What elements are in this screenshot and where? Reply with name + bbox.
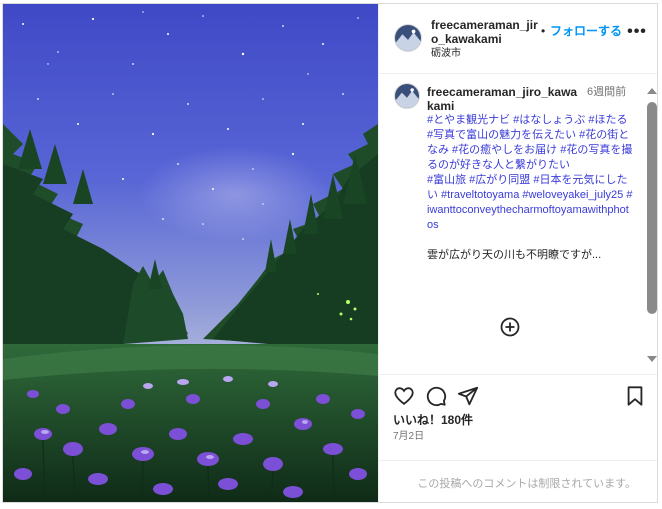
- comments-restricted-notice: この投稿へのコメントは制限されています。: [379, 460, 657, 502]
- caption-text: 雲が広がり天の川も不明瞭ですが...: [427, 249, 602, 261]
- likes-count[interactable]: いいね！180件: [393, 413, 473, 427]
- caption-avatar[interactable]: [394, 83, 420, 109]
- save-bookmark-icon[interactable]: [624, 385, 646, 407]
- post-location[interactable]: 砺波市: [431, 48, 461, 60]
- comments-restricted-text: この投稿へのコメントは制限されています。: [417, 478, 636, 490]
- separator-dot: •: [541, 24, 546, 38]
- author-username[interactable]: freecameraman_jiro_kawakami: [431, 18, 541, 46]
- hashtags-text-1[interactable]: #とやま観光ナビ #はなしょうぶ #ほたる #写真で富山の魅力を伝えたい #花の…: [427, 114, 632, 171]
- scroll-up-arrow-icon[interactable]: [647, 88, 657, 94]
- hashtags-block-1[interactable]: #とやま観光ナビ #はなしょうぶ #ほたる #写真で富山の魅力を伝えたい #花の…: [427, 113, 634, 173]
- caption-username[interactable]: freecameraman_jiro_kawakami: [427, 85, 582, 113]
- comment-bubble-icon[interactable]: [425, 385, 447, 407]
- post-date[interactable]: 7月2日: [393, 431, 424, 443]
- post-dialog: freecameraman_jiro_kawakami • フォローする 砺波市…: [2, 3, 658, 503]
- post-actions: いいね！180件 7月2日: [379, 374, 657, 460]
- post-photo[interactable]: [3, 4, 378, 502]
- caption-timestamp[interactable]: 6週間前: [587, 85, 627, 99]
- post-side-panel: freecameraman_jiro_kawakami • フォローする 砺波市…: [378, 4, 657, 502]
- load-more-comments-icon[interactable]: [500, 317, 520, 337]
- hashtags-block-2[interactable]: #富山旅 #広がり同盟 #日本を元気にしたい #traveltotoyama #…: [427, 173, 634, 233]
- follow-button[interactable]: フォローする: [550, 24, 622, 38]
- more-options-icon[interactable]: •••: [625, 24, 649, 44]
- hashtags-text-2[interactable]: #富山旅 #広がり同盟 #日本を元気にしたい #traveltotoyama #…: [427, 174, 632, 231]
- comments-area[interactable]: freecameraman_jiro_kawakami 6週間前 #とやま観光ナ…: [379, 75, 657, 373]
- caption-body: #とやま観光ナビ #はなしょうぶ #ほたる #写真で富山の魅力を伝えたい #花の…: [427, 113, 634, 263]
- author-avatar[interactable]: [394, 24, 422, 52]
- scrollbar-thumb[interactable]: [647, 102, 657, 314]
- scroll-down-arrow-icon[interactable]: [647, 356, 657, 362]
- caption-avatar-image: [395, 84, 419, 108]
- share-paper-plane-icon[interactable]: [457, 385, 479, 407]
- post-header: freecameraman_jiro_kawakami • フォローする 砺波市…: [379, 4, 657, 74]
- night-iris-field-image: [3, 4, 378, 502]
- like-heart-icon[interactable]: [393, 385, 415, 407]
- avatar-image: [395, 25, 421, 51]
